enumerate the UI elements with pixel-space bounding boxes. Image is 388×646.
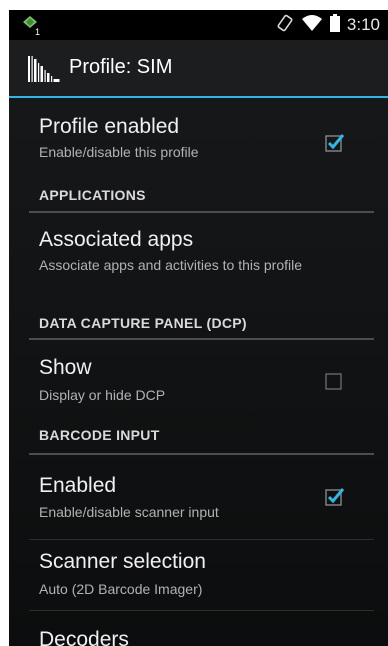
category-applications: APPLICATIONS: [9, 182, 388, 216]
battery-icon: [329, 13, 340, 37]
category-dcp: DATA CAPTURE PANEL (DCP): [9, 310, 388, 344]
pref-title: Show: [39, 356, 92, 379]
category-title: DATA CAPTURE PANEL (DCP): [39, 315, 247, 331]
pref-summary: Associate apps and activities to this pr…: [39, 257, 303, 273]
wifi-icon: [301, 14, 323, 37]
profile-enabled-checkbox[interactable]: [325, 132, 345, 152]
category-title: APPLICATIONS: [39, 187, 146, 203]
notification-icon: 1: [21, 15, 43, 42]
pref-show[interactable]: Show Display or hide DCP: [9, 350, 388, 420]
category-divider: [29, 211, 374, 213]
status-bar: 1 3:10: [9, 10, 388, 40]
pref-summary: Display or hide DCP: [39, 387, 166, 403]
pref-title: Decoders: [39, 628, 129, 646]
barcode-app-icon[interactable]: [27, 54, 61, 89]
row-divider: [29, 610, 374, 611]
pref-title: Profile enabled: [39, 115, 180, 138]
category-divider: [29, 453, 374, 455]
category-title: BARCODE INPUT: [39, 427, 160, 443]
svg-text:1: 1: [35, 27, 40, 37]
pref-summary: Enable/disable scanner input: [39, 504, 219, 520]
pref-title: Enabled: [39, 474, 117, 497]
scanner-enabled-checkbox[interactable]: [325, 486, 345, 506]
pref-summary: Auto (2D Barcode Imager): [39, 581, 203, 597]
category-barcode-input: BARCODE INPUT: [9, 422, 388, 456]
page-title: Profile: SIM: [69, 56, 173, 78]
pref-summary: Enable/disable this profile: [39, 144, 199, 160]
pref-decoders[interactable]: Decoders: [9, 618, 388, 646]
pref-scanner-enabled[interactable]: Enabled Enable/disable scanner input: [9, 462, 388, 540]
pref-associated-apps[interactable]: Associated apps Associate apps and activ…: [9, 216, 388, 298]
action-bar: Profile: SIM: [9, 40, 388, 98]
pref-profile-enabled[interactable]: Profile enabled Enable/disable this prof…: [9, 98, 388, 164]
status-time: 3:10: [346, 15, 380, 34]
device-screen: 1 3:10 Profile: SIM Profile enabled Enab…: [9, 10, 388, 646]
rotate-icon: [276, 14, 294, 37]
pref-title: Scanner selection: [39, 550, 206, 573]
category-divider: [29, 338, 374, 340]
show-dcp-checkbox[interactable]: [325, 370, 345, 390]
pref-scanner-selection[interactable]: Scanner selection Auto (2D Barcode Image…: [9, 540, 388, 618]
pref-title: Associated apps: [39, 228, 194, 251]
